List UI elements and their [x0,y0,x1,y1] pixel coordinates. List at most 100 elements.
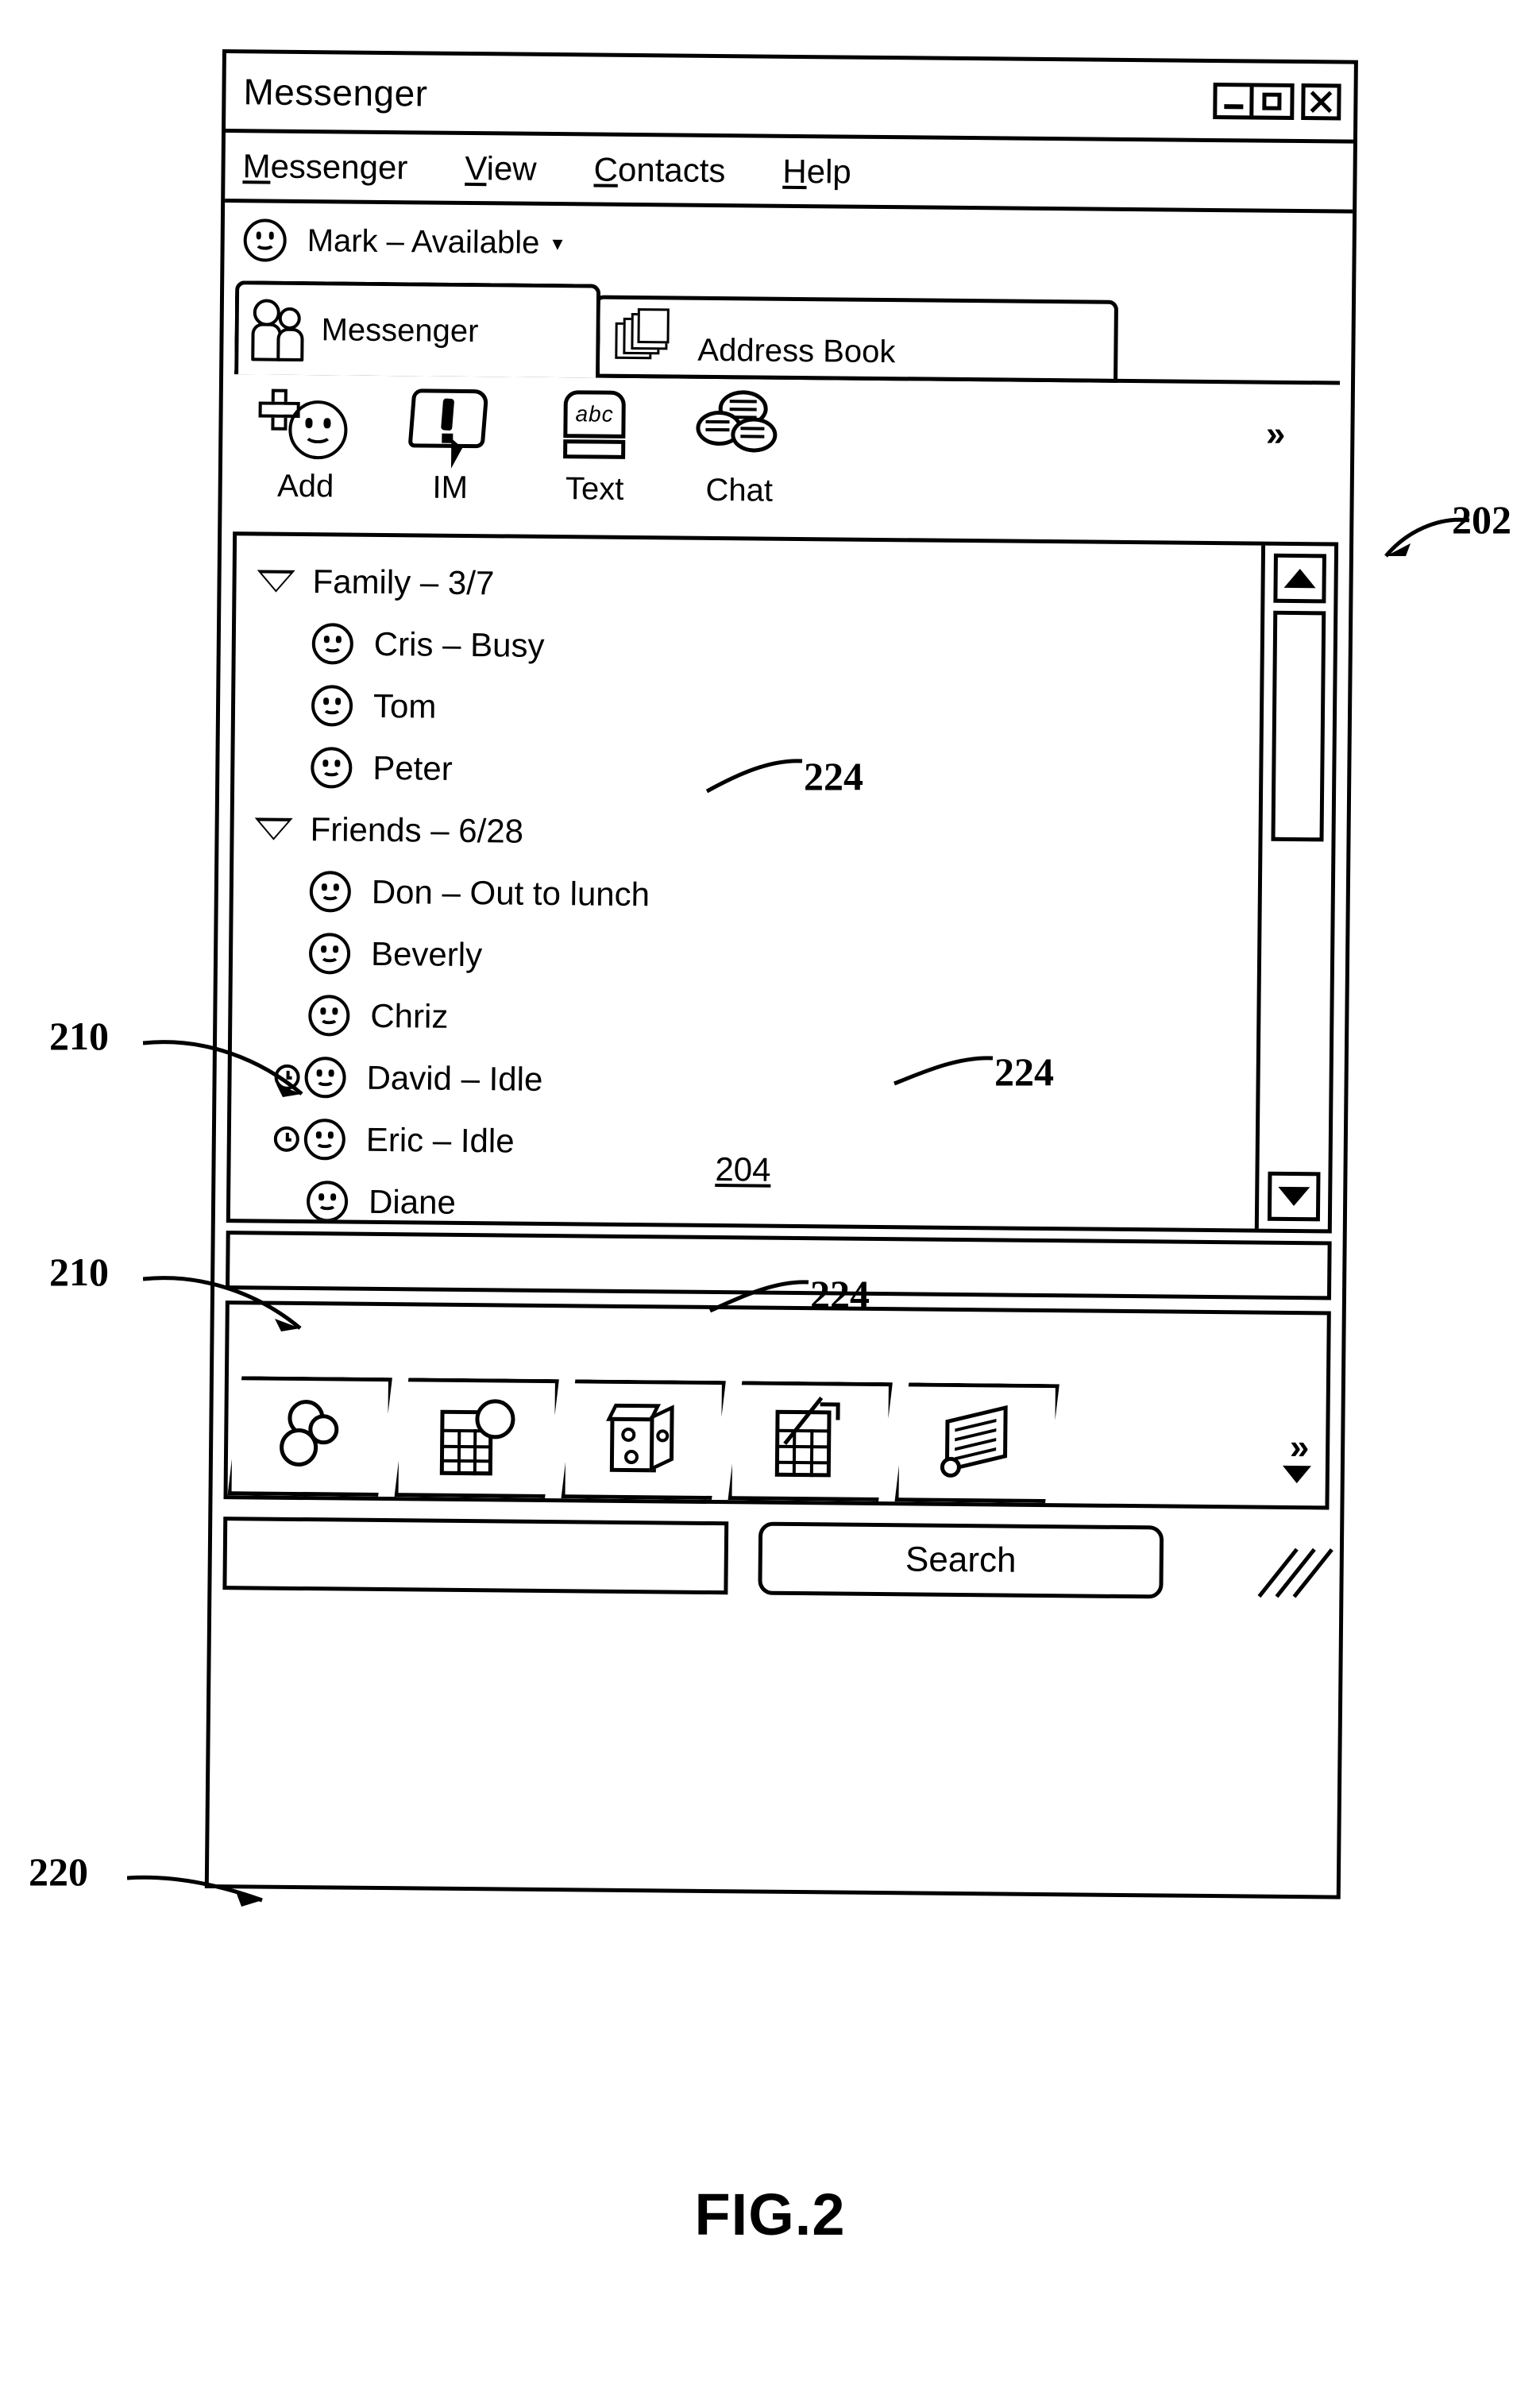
smiley-icon [308,995,350,1037]
toolbar-label-add: Add [276,468,334,504]
games-nav[interactable]: » [1282,1428,1312,1484]
games-tab-calendar[interactable] [395,1378,559,1498]
contact-group-family[interactable]: Family – 3/7 [236,550,1261,621]
reference-numeral-224-cris: 224 [804,754,863,798]
contact-row[interactable]: Tom [235,674,1260,745]
add-contact-icon [258,385,354,461]
toolbar-label-im: IM [432,470,469,505]
minimize-icon [1223,103,1243,109]
scrollbar-thumb[interactable] [1270,610,1326,842]
menu-mnemonic: C [593,149,619,188]
smiley-icon [306,1181,349,1223]
games-tab-dice[interactable] [562,1379,726,1500]
messenger-window: Messenger Messenger View Contacts Help M… [204,49,1358,1899]
patent-figure: Messenger Messenger View Contacts Help M… [0,0,1540,2392]
user-status-bar[interactable]: Mark – Available ▾ [224,203,1353,288]
scroll-down-button[interactable] [1267,1171,1320,1222]
reference-numeral-220: 220 [29,1849,88,1894]
contact-row[interactable]: Beverly [233,922,1258,993]
smiley-icon [304,1057,346,1099]
search-button-label: Search [905,1540,1017,1580]
menu-label-rest: ontacts [617,150,726,189]
text-icon-letters: abc [575,401,614,427]
scroll-up-icon [1283,568,1316,589]
menu-label-rest: iew [486,149,537,187]
tab-address-book[interactable]: Address Book [593,295,1119,383]
chevron-down-icon[interactable]: ▾ [552,230,562,255]
menu-item-contacts[interactable]: Contacts [593,150,725,190]
tab-strip: Messenger Address Book [234,277,1341,385]
instant-message-icon [407,387,495,469]
contact-group-label: Friends – 6/28 [310,810,524,850]
chart-grid-icon [728,1381,892,1501]
contact-name: Peter [372,748,453,787]
minimize-button[interactable] [1217,86,1254,115]
idle-clock-icon [274,1064,300,1090]
reference-numeral-224-don: 224 [994,1049,1054,1094]
menu-mnemonic: V [465,149,487,187]
scroll-down-icon [1277,1186,1310,1207]
contact-list-panel: Family – 3/7 Cris – Busy Tom Peter Frien… [226,531,1339,1234]
tab-messenger-label: Messenger [321,312,479,350]
tab-messenger[interactable]: Messenger [234,280,601,378]
toolbar-label-text: Text [565,471,624,507]
expand-triangle-icon[interactable] [254,817,293,840]
contact-row[interactable]: Chriz [232,983,1257,1055]
expand-triangle-icon[interactable] [257,570,295,593]
figure-caption: FIG.2 [694,2181,846,2247]
minimize-maximize-pair [1213,82,1295,120]
toolbar-button-add[interactable]: Add [234,374,380,505]
search-input[interactable] [222,1517,729,1595]
games-tab-balls[interactable] [228,1376,392,1497]
close-button[interactable] [1301,83,1341,121]
toolbar-button-chat[interactable]: Chat [666,378,812,509]
maximize-button[interactable] [1253,87,1290,115]
resize-grip-icon[interactable] [1257,1548,1334,1606]
scroll-up-button[interactable] [1272,553,1326,604]
menu-mnemonic: H [782,152,807,190]
contact-name: David – Idle [366,1058,543,1098]
contact-row[interactable]: Don – Out to lunch [233,860,1258,931]
scrollbar-track[interactable] [1268,610,1326,1165]
contact-name: Don – Out to lunch [371,872,650,914]
search-button[interactable]: Search [758,1521,1164,1599]
games-overflow-icon[interactable]: » [1290,1428,1305,1467]
games-more-caret-icon[interactable] [1282,1465,1311,1484]
reference-numeral-210-don: 210 [49,1014,109,1058]
contact-list-scrollbar[interactable] [1254,545,1335,1230]
search-bar: Search [222,1510,1334,1606]
window-title: Messenger [243,70,428,114]
menu-item-help[interactable]: Help [782,152,851,191]
menu-label-rest: essenger [270,147,408,186]
contact-name: Chriz [370,996,449,1035]
smiley-icon [243,218,287,262]
games-tab-newspaper[interactable] [894,1382,1059,1503]
toolbar-button-im[interactable]: IM [378,376,524,507]
menu-item-view[interactable]: View [465,149,537,187]
action-toolbar: Add IM abc Text Chat » [233,374,1340,535]
smiley-icon [308,933,351,975]
smiley-icon [311,747,353,789]
games-tab-strip: » [228,1368,1326,1505]
menu-item-messenger[interactable]: Messenger [242,147,407,187]
contact-row[interactable]: David – Idle [231,1045,1256,1117]
toolbar-overflow-icon[interactable]: » [1266,415,1281,454]
menu-bar: Messenger View Contacts Help [225,133,1353,214]
games-panel: » [223,1300,1331,1510]
contact-group-label: Family – 3/7 [312,562,495,602]
toolbar-label-chat: Chat [705,472,774,508]
reference-numeral-204: 204 [715,1150,771,1188]
two-people-icon [251,298,311,361]
smiley-icon [309,871,352,913]
contact-group-friends[interactable]: Friends – 6/28 [234,798,1259,869]
contact-row[interactable]: Cris – Busy [235,612,1260,683]
games-tab-chart[interactable] [728,1381,892,1501]
toolbar-button-text[interactable]: abc Text [522,377,668,508]
empty-strip [226,1231,1332,1300]
menu-label-rest: elp [806,152,852,191]
reference-numeral-210-david: 210 [49,1250,109,1294]
contact-name: Tom [372,686,437,725]
contact-list: Family – 3/7 Cris – Busy Tom Peter Frien… [230,535,1261,1228]
calendar-disc-icon [395,1378,559,1498]
contact-row[interactable]: Peter [234,736,1260,807]
